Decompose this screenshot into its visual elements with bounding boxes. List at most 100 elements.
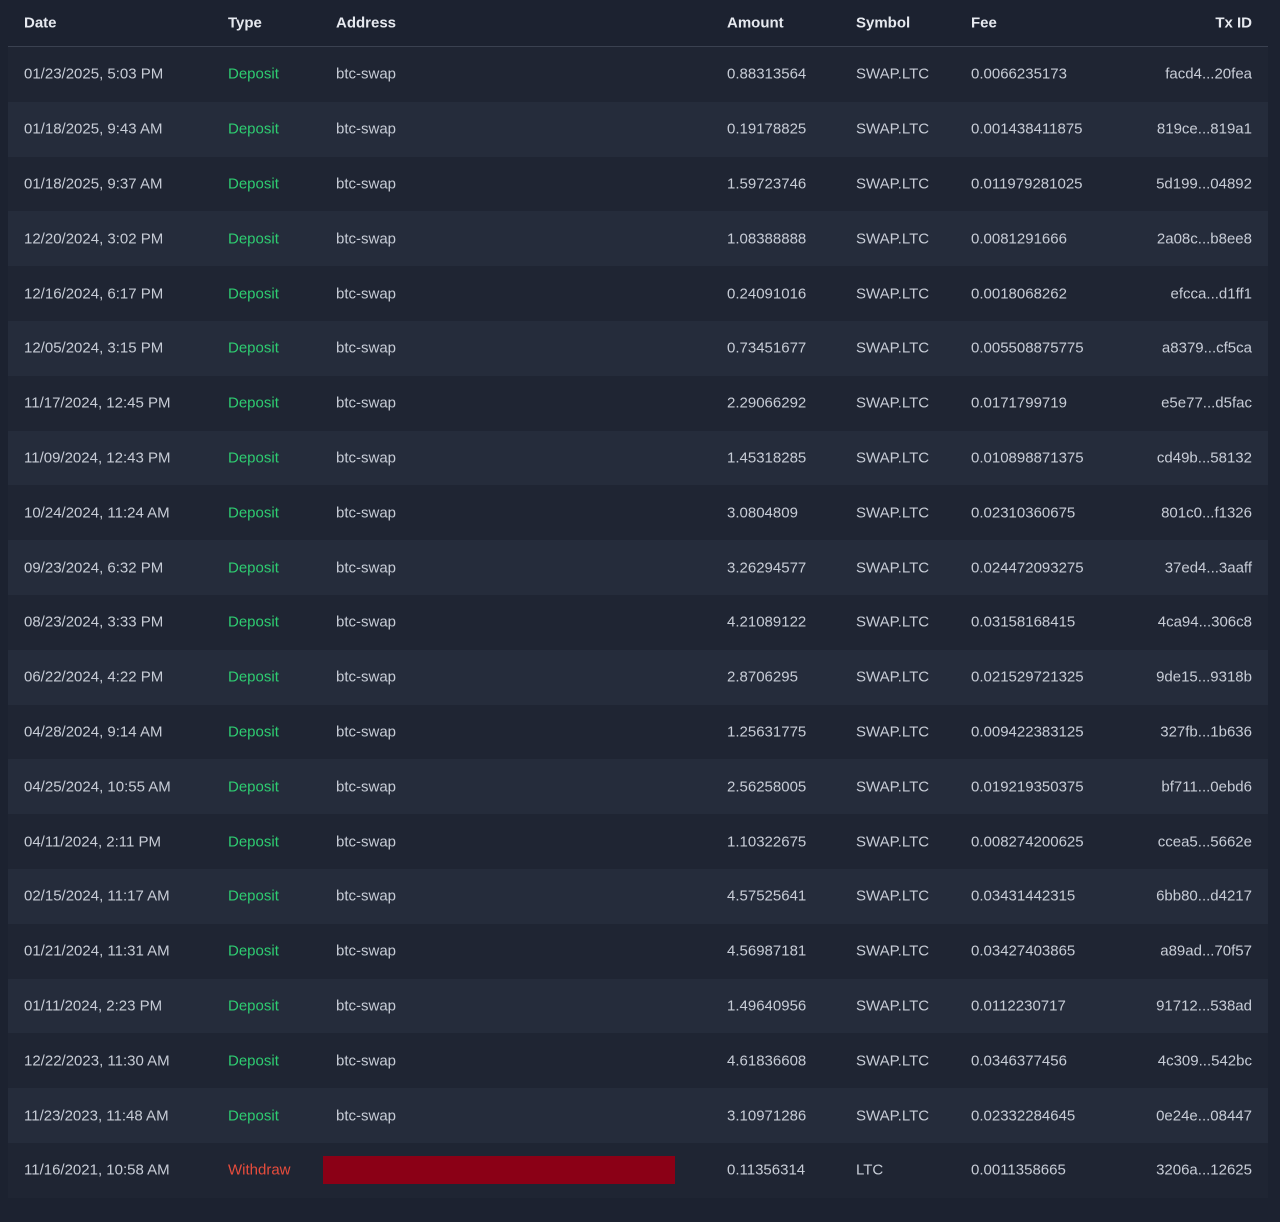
row-type: Deposit bbox=[228, 613, 279, 631]
row-date: 11/09/2024, 12:43 PM bbox=[24, 449, 171, 467]
row-amount: 1.45318285 bbox=[727, 449, 807, 467]
table-row[interactable]: 04/28/2024, 9:14 AM Deposit btc-swap 1.2563… bbox=[8, 704, 1268, 760]
row-symbol: SWAP.LTC bbox=[856, 942, 930, 960]
table-row[interactable]: 08/23/2024, 3:33 PM Deposit btc-swap 4.2108… bbox=[8, 594, 1268, 650]
row-date: 10/24/2024, 11:24 AM bbox=[24, 504, 170, 522]
row-fee: 0.03427403865 bbox=[971, 942, 1076, 960]
row-txid-link[interactable]: 4ca94...306c8 bbox=[1158, 614, 1252, 631]
row-type: Deposit bbox=[228, 120, 279, 138]
row-fee: 0.011979281025 bbox=[971, 175, 1083, 193]
table-row[interactable]: 12/05/2024, 3:15 PM Deposit btc-swap 0.7345… bbox=[8, 320, 1268, 376]
row-amount: 2.56258005 bbox=[727, 778, 807, 796]
row-symbol: SWAP.LTC bbox=[856, 668, 930, 686]
table-row[interactable]: 12/16/2024, 6:17 PM Deposit btc-swap 0.2409… bbox=[8, 266, 1268, 321]
row-symbol: SWAP.LTC bbox=[856, 559, 930, 577]
table-row[interactable]: 11/17/2024, 12:45 PM Deposit btc-swap 2.290… bbox=[8, 375, 1268, 431]
row-symbol: SWAP.LTC bbox=[856, 723, 930, 741]
column-header-txid[interactable]: Tx ID bbox=[1215, 15, 1252, 32]
column-header-amount[interactable]: Amount bbox=[727, 15, 784, 32]
table-row[interactable]: 10/24/2024, 11:24 AM Deposit btc-swap 3.080… bbox=[8, 485, 1268, 541]
row-txid-link[interactable]: 91712...538ad bbox=[1156, 997, 1252, 1014]
row-type: Deposit bbox=[228, 65, 279, 83]
row-fee: 0.0112230717 bbox=[971, 997, 1066, 1015]
table-row[interactable]: 12/22/2023, 11:30 AM Deposit btc-swap 4.618… bbox=[8, 1033, 1268, 1089]
row-fee: 0.03158168415 bbox=[971, 613, 1076, 631]
table-row[interactable]: 12/20/2024, 3:02 PM Deposit btc-swap 1.0838… bbox=[8, 211, 1268, 267]
row-fee: 0.0011358665 bbox=[971, 1161, 1066, 1179]
row-txid-link[interactable]: 0e24e...08447 bbox=[1156, 1107, 1252, 1124]
row-address: btc-swap bbox=[336, 559, 397, 577]
table-row[interactable]: 01/21/2024, 11:31 AM Deposit btc-swap 4.569… bbox=[8, 923, 1268, 979]
table-header: Date Type Address Amount Symbol Fee Tx I… bbox=[8, 0, 1268, 47]
column-header-symbol[interactable]: Symbol bbox=[856, 15, 910, 32]
table-row[interactable]: 11/16/2021, 10:58 AM Withdraw 0.11356314 LT… bbox=[8, 1142, 1268, 1198]
row-date: 12/22/2023, 11:30 AM bbox=[24, 1052, 170, 1070]
row-date: 04/28/2024, 9:14 AM bbox=[24, 723, 163, 741]
column-header-type[interactable]: Type bbox=[228, 15, 262, 32]
row-type: Withdraw bbox=[228, 1161, 291, 1179]
column-header-address[interactable]: Address bbox=[336, 15, 396, 32]
row-txid-link[interactable]: a89ad...70f57 bbox=[1160, 943, 1252, 960]
table-row[interactable]: 01/11/2024, 2:23 PM Deposit btc-swap 1.4964… bbox=[8, 978, 1268, 1034]
row-amount: 1.25631775 bbox=[727, 723, 807, 741]
row-date: 04/25/2024, 10:55 AM bbox=[24, 778, 171, 796]
row-amount: 1.59723746 bbox=[727, 175, 807, 193]
row-fee: 0.03431442315 bbox=[971, 887, 1076, 905]
row-amount: 1.10322675 bbox=[727, 833, 807, 851]
row-txid-link[interactable]: 3206a...12625 bbox=[1156, 1162, 1252, 1179]
row-type: Deposit bbox=[228, 175, 279, 193]
table-row[interactable]: 01/18/2025, 9:37 AM Deposit btc-swap 1.5972… bbox=[8, 156, 1268, 212]
row-txid-link[interactable]: bf711...0ebd6 bbox=[1161, 778, 1252, 795]
row-symbol: SWAP.LTC bbox=[856, 230, 930, 248]
row-txid-link[interactable]: 37ed4...3aaff bbox=[1165, 559, 1252, 576]
row-date: 11/17/2024, 12:45 PM bbox=[24, 394, 171, 412]
row-type: Deposit bbox=[228, 394, 279, 412]
row-symbol: SWAP.LTC bbox=[856, 1052, 930, 1070]
row-txid-link[interactable]: facd4...20fea bbox=[1165, 66, 1252, 83]
row-address: btc-swap bbox=[336, 339, 397, 357]
row-fee: 0.0171799719 bbox=[971, 394, 1067, 412]
row-symbol: SWAP.LTC bbox=[856, 997, 930, 1015]
table-row[interactable]: 01/18/2025, 9:43 AM Deposit btc-swap 0.1917… bbox=[8, 101, 1268, 157]
row-amount: 4.21089122 bbox=[727, 613, 807, 631]
row-txid-link[interactable]: 6bb80...d4217 bbox=[1156, 888, 1252, 905]
row-fee: 0.009422383125 bbox=[971, 723, 1084, 741]
row-txid-link[interactable]: 2a08c...b8ee8 bbox=[1157, 230, 1252, 247]
row-txid-link[interactable]: efcca...d1ff1 bbox=[1171, 285, 1252, 302]
row-type: Deposit bbox=[228, 339, 279, 357]
row-amount: 3.10971286 bbox=[727, 1107, 807, 1125]
row-symbol: SWAP.LTC bbox=[856, 339, 930, 357]
redacted-address bbox=[323, 1156, 675, 1185]
table-row[interactable]: 04/11/2024, 2:11 PM Deposit btc-swap 1.1032… bbox=[8, 814, 1268, 869]
row-txid-link[interactable]: ccea5...5662e bbox=[1158, 833, 1252, 850]
row-txid-link[interactable]: cd49b...58132 bbox=[1157, 449, 1252, 466]
row-txid-link[interactable]: 327fb...1b636 bbox=[1160, 723, 1252, 740]
column-header-date[interactable]: Date bbox=[24, 15, 57, 32]
row-amount: 3.26294577 bbox=[727, 559, 807, 577]
row-txid-link[interactable]: e5e77...d5fac bbox=[1161, 395, 1252, 412]
row-symbol: SWAP.LTC bbox=[856, 613, 930, 631]
table-row[interactable]: 02/15/2024, 11:17 AM Deposit btc-swap 4.575… bbox=[8, 868, 1268, 924]
table-row[interactable]: 01/23/2025, 5:03 PM Deposit btc-swap 0.8831… bbox=[8, 47, 1268, 102]
table-row[interactable]: 09/23/2024, 6:32 PM Deposit btc-swap 3.2629… bbox=[8, 540, 1268, 595]
row-symbol: SWAP.LTC bbox=[856, 65, 930, 83]
column-header-fee[interactable]: Fee bbox=[971, 15, 997, 32]
row-fee: 0.0081291666 bbox=[971, 230, 1067, 248]
row-type: Deposit bbox=[228, 230, 279, 248]
table-row[interactable]: 11/09/2024, 12:43 PM Deposit btc-swap 1.453… bbox=[8, 430, 1268, 486]
row-txid-link[interactable]: 9de15...9318b bbox=[1156, 669, 1252, 686]
row-address: btc-swap bbox=[336, 778, 397, 796]
row-txid-link[interactable]: 819ce...819a1 bbox=[1157, 121, 1252, 138]
table-row[interactable]: 06/22/2024, 4:22 PM Deposit btc-swap 2.8706… bbox=[8, 649, 1268, 705]
row-txid-link[interactable]: 801c0...f1326 bbox=[1161, 504, 1252, 521]
row-type: Deposit bbox=[228, 449, 279, 467]
row-txid-link[interactable]: a8379...cf5ca bbox=[1162, 340, 1252, 357]
row-address: btc-swap bbox=[336, 668, 397, 686]
table-row[interactable]: 11/23/2023, 11:48 AM Deposit btc-swap 3.109… bbox=[8, 1088, 1268, 1143]
row-type: Deposit bbox=[228, 285, 279, 303]
row-date: 01/21/2024, 11:31 AM bbox=[24, 942, 170, 960]
row-fee: 0.0066235173 bbox=[971, 65, 1067, 83]
row-txid-link[interactable]: 5d199...04892 bbox=[1156, 175, 1252, 192]
row-txid-link[interactable]: 4c309...542bc bbox=[1158, 1052, 1252, 1069]
table-row[interactable]: 04/25/2024, 10:55 AM Deposit btc-swap 2.562… bbox=[8, 759, 1268, 815]
